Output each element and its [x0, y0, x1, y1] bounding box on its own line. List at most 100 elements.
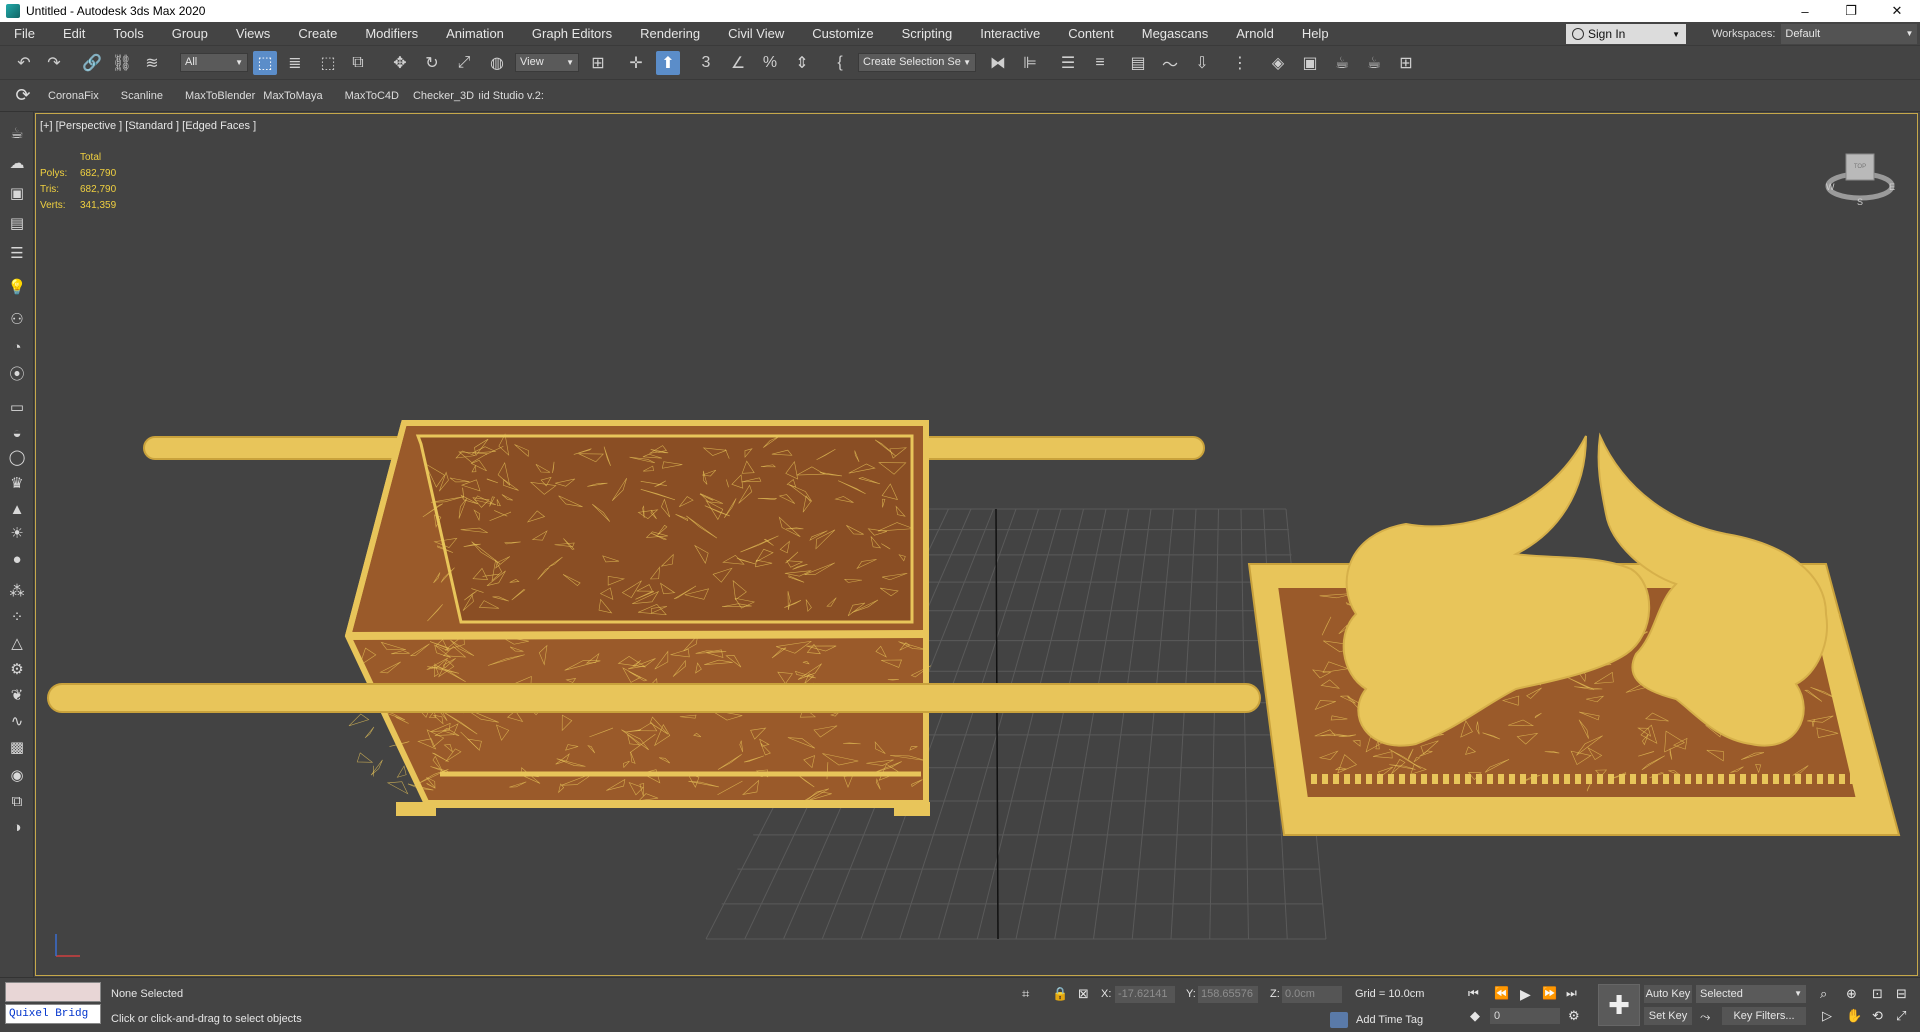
menu-animation[interactable]: Animation: [432, 22, 518, 46]
zoom-extents-all-icon[interactable]: ⊟: [1896, 986, 1907, 1002]
undo-icon[interactable]: ↶: [12, 51, 36, 75]
auto-key-button[interactable]: Auto Key: [1644, 985, 1692, 1003]
rotate-icon[interactable]: ↻: [420, 51, 444, 75]
y-coordinate-field[interactable]: 158.65576: [1198, 986, 1258, 1003]
select-and-link-icon[interactable]: 🔗: [80, 51, 104, 75]
menu-arnold[interactable]: Arnold: [1222, 22, 1288, 46]
render-active-shade-icon[interactable]: ⊞: [1394, 51, 1418, 75]
placement-icon[interactable]: ◍: [485, 51, 509, 75]
menu-edit[interactable]: Edit: [49, 22, 99, 46]
plugin-maxtoc4d[interactable]: MaxToC4D: [345, 90, 399, 102]
plane-icon[interactable]: ▭: [6, 396, 28, 418]
workspaces-dropdown[interactable]: Default ▼: [1781, 24, 1918, 44]
named-selection-sets-icon[interactable]: {: [828, 51, 852, 75]
menu-customize[interactable]: Customize: [798, 22, 887, 46]
render-production-icon[interactable]: ☕: [1362, 51, 1386, 75]
mirror-icon[interactable]: ⧓: [986, 51, 1010, 75]
menu-civil-view[interactable]: Civil View: [714, 22, 798, 46]
particles-icon[interactable]: ⁘: [6, 606, 28, 628]
isolate-icon[interactable]: ⌗: [1022, 986, 1029, 1002]
key-selection-dropdown[interactable]: Selected ▼: [1696, 985, 1806, 1003]
image-icon[interactable]: ▣: [6, 182, 28, 204]
snap-toggle-icon[interactable]: 3: [694, 51, 718, 75]
previous-frame-icon[interactable]: ⏪: [1494, 986, 1509, 1000]
absolute-mode-icon[interactable]: ⊠: [1078, 986, 1089, 1002]
hair-icon[interactable]: ∿: [6, 710, 28, 732]
menu-content[interactable]: Content: [1054, 22, 1128, 46]
selection-filter-dropdown[interactable]: All ▼: [180, 53, 248, 72]
plugin-coronafix[interactable]: CoronaFix: [48, 90, 99, 102]
menu-graph-editors[interactable]: Graph Editors: [518, 22, 626, 46]
maximize-viewport-icon[interactable]: ⤢: [1896, 1008, 1906, 1024]
select-object-icon[interactable]: ⬚: [253, 51, 277, 75]
plugin-maxtoblender[interactable]: MaxToBlender: [185, 90, 255, 102]
viewport-label[interactable]: [+] [Perspective ] [Standard ] [Edged Fa…: [40, 120, 256, 132]
globe-icon[interactable]: ◉: [6, 764, 28, 786]
key-mode-toggle-icon[interactable]: ◆: [1470, 1008, 1480, 1024]
set-key-button[interactable]: Set Key: [1644, 1007, 1692, 1025]
lock-icon[interactable]: 🔒: [1052, 986, 1068, 1002]
scale-icon[interactable]: ⤢: [452, 51, 476, 75]
menu-megascans[interactable]: Megascans: [1128, 22, 1222, 46]
scatter-icon[interactable]: ⁂: [6, 580, 28, 602]
add-time-tag-button[interactable]: Add Time Tag: [1330, 1012, 1423, 1028]
redo-icon[interactable]: ↷: [42, 51, 66, 75]
next-frame-icon[interactable]: ⏩: [1542, 986, 1557, 1000]
sphere-icon[interactable]: ◯: [6, 446, 28, 468]
sun-icon[interactable]: ☀: [6, 522, 28, 544]
sign-in-dropdown[interactable]: Sign In ▼: [1566, 24, 1686, 44]
render-icon[interactable]: ◑: [6, 816, 28, 838]
restore-button[interactable]: ❐: [1828, 0, 1874, 22]
move-icon[interactable]: ✥: [388, 51, 412, 75]
dope-sheet-icon[interactable]: ⇩: [1190, 51, 1214, 75]
list-icon[interactable]: ☰: [6, 242, 28, 264]
menu-help[interactable]: Help: [1288, 22, 1343, 46]
current-frame-field[interactable]: 0: [1490, 1008, 1560, 1024]
menu-create[interactable]: Create: [284, 22, 351, 46]
select-by-name-icon[interactable]: ≣: [283, 51, 307, 75]
menu-file[interactable]: File: [0, 22, 49, 46]
spinner-snap-icon[interactable]: ⇕: [790, 51, 814, 75]
percent-snap-icon[interactable]: %: [758, 51, 782, 75]
unlink-icon[interactable]: ⛓: [110, 51, 134, 75]
create-selection-set-dropdown[interactable]: Create Selection Se ▼: [858, 53, 976, 72]
rectangular-selection-icon[interactable]: ⬚: [316, 51, 340, 75]
teapot-icon[interactable]: ☕: [6, 122, 28, 144]
layers-icon[interactable]: ⧉: [6, 790, 28, 812]
zoom-icon[interactable]: ⌕: [1820, 986, 1827, 1002]
bind-space-warp-icon[interactable]: ≋: [140, 51, 164, 75]
set-key-large-button[interactable]: ✚: [1598, 984, 1640, 1026]
zoom-all-icon[interactable]: ⊕: [1846, 986, 1857, 1002]
viewcube[interactable]: TOP W E S: [1822, 146, 1898, 206]
menu-modifiers[interactable]: Modifiers: [351, 22, 432, 46]
reference-coordinate-dropdown[interactable]: View ▼: [515, 53, 579, 72]
plugin-studio[interactable]: ıid Studio v.2:: [478, 90, 544, 102]
mercy-seat-model[interactable]: [1247, 432, 1901, 836]
schematic-view-icon[interactable]: ⋮: [1228, 51, 1252, 75]
toggle-ribbon-icon[interactable]: ▤: [1126, 51, 1150, 75]
select-manipulate-icon[interactable]: ✛: [624, 51, 648, 75]
cloud-icon[interactable]: ☁: [6, 152, 28, 174]
dome-icon[interactable]: ◒: [6, 422, 28, 444]
menu-scripting[interactable]: Scripting: [888, 22, 967, 46]
layer-explorer-icon[interactable]: ≡: [1088, 51, 1112, 75]
menu-rendering[interactable]: Rendering: [626, 22, 714, 46]
circle-icon[interactable]: ●: [6, 548, 28, 570]
network-icon[interactable]: ⚇: [6, 308, 28, 330]
plugin-scanline[interactable]: Scanline: [121, 90, 163, 102]
perspective-viewport[interactable]: [+] [Perspective ] [Standard ] [Edged Fa…: [35, 113, 1918, 976]
plugin-checker-3d[interactable]: Checker_3D: [413, 90, 474, 102]
go-to-end-icon[interactable]: ⏭: [1566, 986, 1577, 1001]
pan-icon[interactable]: ✋: [1846, 1008, 1862, 1024]
crown-icon[interactable]: ♛: [6, 472, 28, 494]
key-filters-button[interactable]: Key Filters...: [1722, 1007, 1806, 1025]
scene-explorer-icon[interactable]: ☰: [1056, 51, 1080, 75]
light-icon[interactable]: 💡: [6, 276, 28, 298]
menu-views[interactable]: Views: [222, 22, 284, 46]
pyramid-icon[interactable]: △: [6, 632, 28, 654]
default-in-out-tangent-icon[interactable]: ⤳: [1700, 1009, 1710, 1025]
time-configuration-icon[interactable]: ⚙: [1568, 1008, 1580, 1024]
angle-snap-icon[interactable]: ∠: [726, 51, 750, 75]
plant-icon[interactable]: ❦: [6, 684, 28, 706]
orbit-icon[interactable]: ⟲: [1872, 1008, 1883, 1024]
